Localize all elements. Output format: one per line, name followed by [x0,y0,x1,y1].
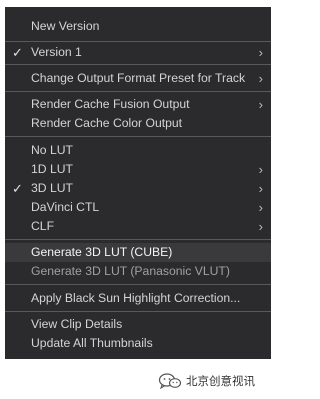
wechat-icon [158,373,182,389]
menu-item-label: View Clip Details [31,317,123,331]
menu-item-label: CLF [31,219,55,233]
chevron-right-icon: › [258,181,263,196]
chevron-right-icon: › [258,200,263,215]
menu-item-render-cache-color[interactable]: Render Cache Color Output [5,114,271,133]
menu-item-view-clip-details[interactable]: View Clip Details [5,315,271,334]
menu-separator [5,136,271,137]
menu-separator [5,64,271,65]
menu-item-label: Update All Thumbnails [31,336,153,350]
chevron-right-icon: › [258,45,263,60]
menu-item-label: Render Cache Fusion Output [31,97,190,111]
menu-item-generate-3d-lut-cube[interactable]: Generate 3D LUT (CUBE) [5,243,271,262]
chevron-right-icon: › [258,97,263,112]
menu-separator [5,91,271,92]
menu-item-version-1[interactable]: ✓ Version 1 › [5,43,271,62]
menu-item-new-version[interactable]: New Version [5,17,271,36]
menu-item-3d-lut[interactable]: ✓ 3D LUT › [5,179,271,198]
menu-separator [5,239,271,240]
chevron-right-icon: › [258,219,263,234]
checkmark-icon: ✓ [12,181,23,196]
menu-separator [5,311,271,312]
menu-item-label: DaVinci CTL [31,200,100,214]
menu-item-change-output-format[interactable]: Change Output Format Preset for Track › [5,69,271,88]
menu-item-label: Render Cache Color Output [31,116,183,130]
watermark-text: 北京创意视讯 [186,374,255,388]
menu-item-label: Change Output Format Preset for Track [31,71,246,85]
menu-item-update-thumbnails[interactable]: Update All Thumbnails [5,334,271,353]
chevron-right-icon: › [258,162,263,177]
menu-item-render-cache-fusion[interactable]: Render Cache Fusion Output › [5,95,271,114]
menu-item-label: Apply Black Sun Highlight Correction... [31,291,241,305]
watermark: 北京创意视讯 [158,373,255,389]
menu-item-label: 1D LUT [31,162,73,176]
menu-separator [5,41,271,42]
menu-item-generate-3d-lut-panasonic[interactable]: Generate 3D LUT (Panasonic VLUT) [5,262,271,281]
menu-item-label: No LUT [31,143,73,157]
menu-item-label: 3D LUT [31,181,73,195]
chevron-right-icon: › [258,71,263,86]
context-menu: New Version ✓ Version 1 › Change Output … [5,7,271,359]
menu-item-label: Generate 3D LUT (CUBE) [31,245,173,259]
menu-separator [5,284,271,285]
menu-item-label: New Version [31,19,100,33]
checkmark-icon: ✓ [12,45,23,60]
menu-item-apply-black-sun[interactable]: Apply Black Sun Highlight Correction... [5,289,271,308]
menu-item-clf[interactable]: CLF › [5,217,271,236]
menu-item-1d-lut[interactable]: 1D LUT › [5,160,271,179]
menu-item-no-lut[interactable]: No LUT [5,141,271,160]
menu-item-label: Generate 3D LUT (Panasonic VLUT) [31,264,230,278]
menu-item-label: Version 1 [31,45,82,59]
menu-item-davinci-ctl[interactable]: DaVinci CTL › [5,198,271,217]
